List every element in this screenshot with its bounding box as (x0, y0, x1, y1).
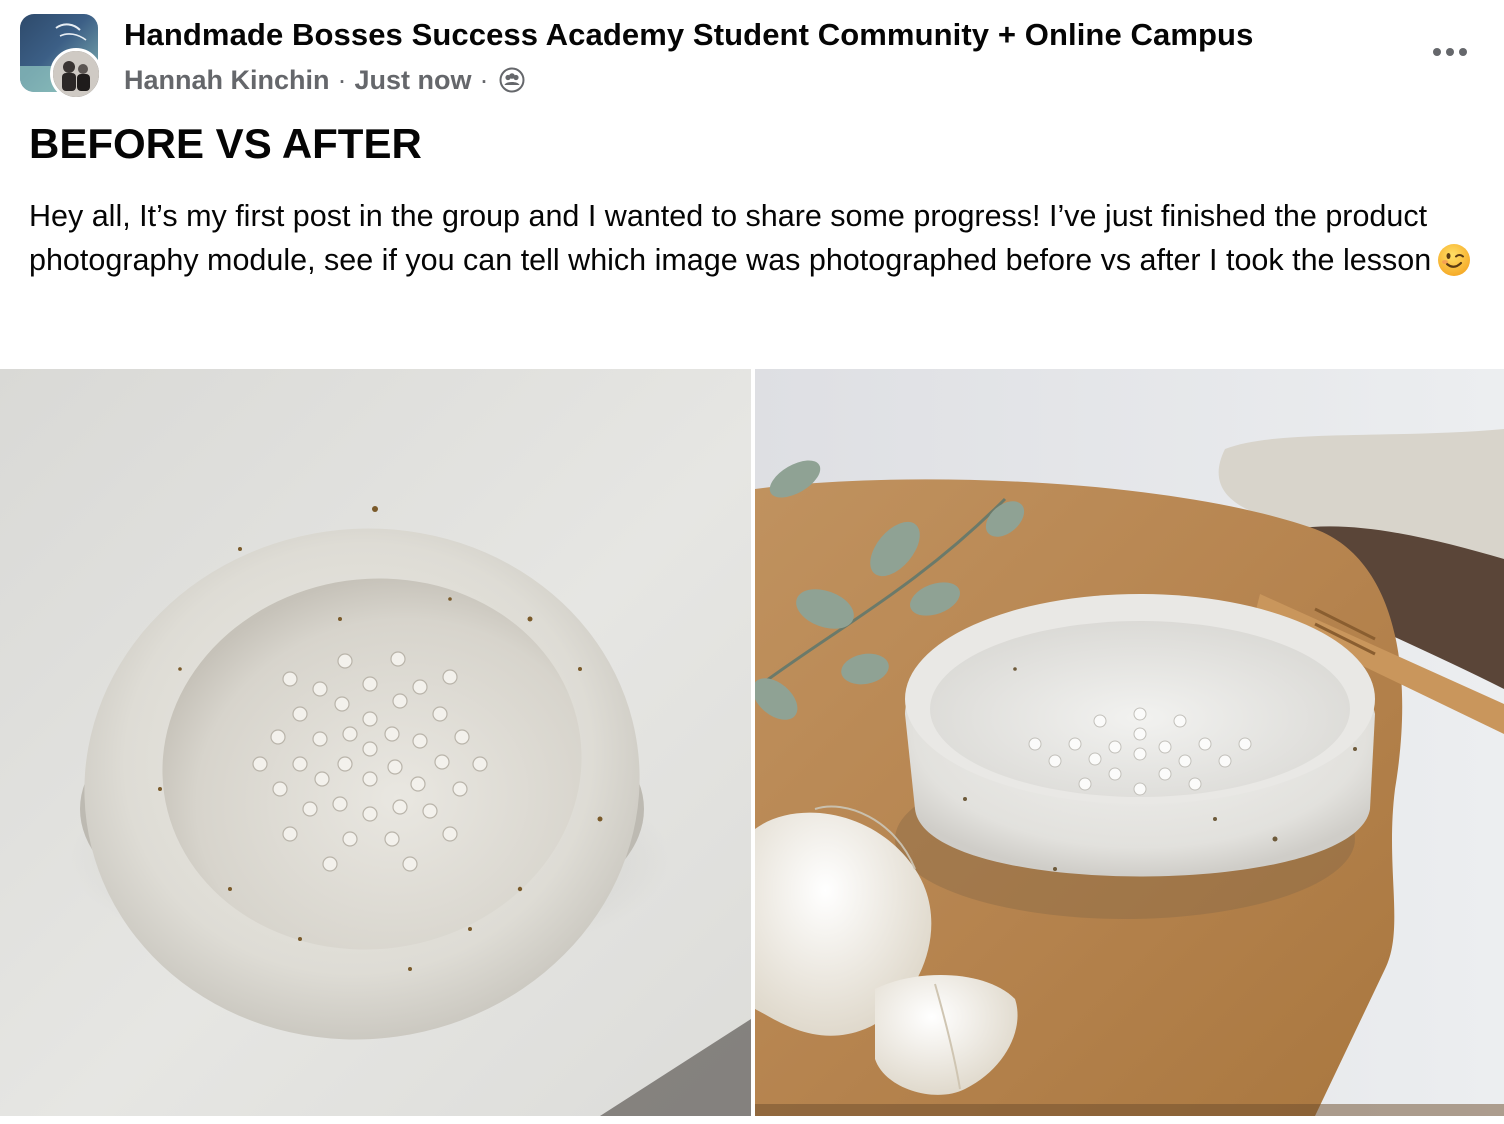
post-timestamp[interactable]: Just now (355, 65, 472, 96)
author-photo-icon (53, 51, 99, 97)
post-title: BEFORE VS AFTER (29, 120, 422, 167)
ceramic-grater-dish-photo-plain (0, 369, 751, 1116)
meta-separator: · (337, 64, 347, 95)
winking-face-emoji-icon (1438, 243, 1471, 276)
photo-after[interactable] (755, 369, 1504, 1116)
author-name-link[interactable]: Hannah Kinchin (124, 65, 330, 96)
more-options-icon (1446, 48, 1454, 56)
author-avatar[interactable] (50, 48, 102, 100)
post-body: Hey all, It’s my first post in the group… (29, 195, 1479, 282)
post-header: Handmade Bosses Success Academy Student … (0, 0, 1504, 110)
photo-before[interactable] (0, 369, 751, 1116)
more-options-icon (1433, 48, 1441, 56)
more-options-icon (1459, 48, 1467, 56)
ceramic-grater-dish-photo-styled (755, 369, 1504, 1116)
group-audience-icon[interactable] (499, 67, 525, 93)
photo-grid (0, 369, 1504, 1116)
meta-separator: · (479, 64, 489, 95)
group-name-link[interactable]: Handmade Bosses Success Academy Student … (124, 17, 1253, 53)
more-options-button[interactable] (1426, 34, 1474, 70)
post-meta: Hannah Kinchin · Just now · (124, 63, 525, 97)
post-body-text: Hey all, It’s my first post in the group… (29, 199, 1432, 277)
